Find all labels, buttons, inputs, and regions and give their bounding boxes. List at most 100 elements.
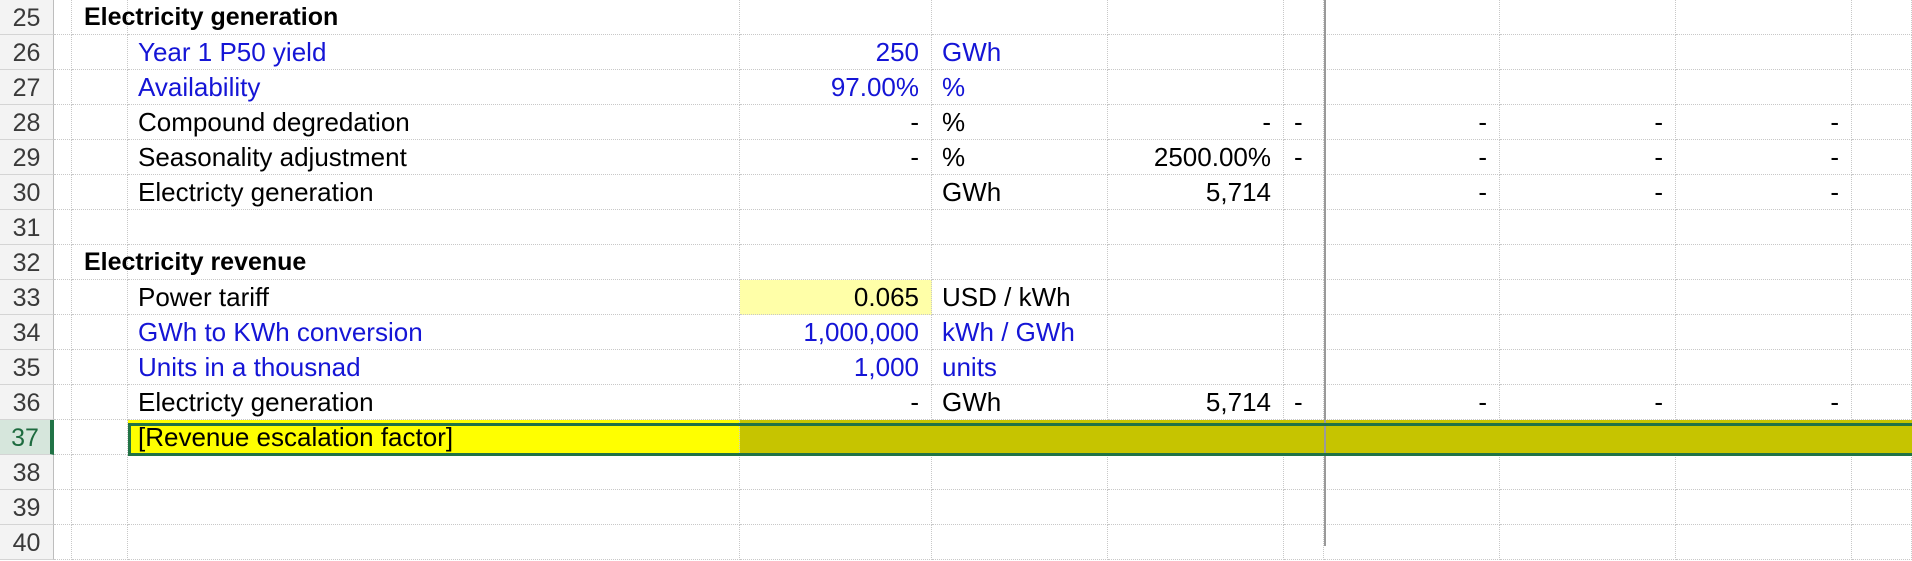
timeline-cell[interactable] <box>1108 455 1284 490</box>
row-label[interactable]: Year 1 P50 yield <box>128 35 740 70</box>
timeline-cell[interactable] <box>1852 140 1912 175</box>
timeline-cell[interactable] <box>1324 35 1500 70</box>
sheet-row-30[interactable]: 30 Electricty generation GWh 5,714- - - <box>0 175 1912 210</box>
sheet-row-28[interactable]: 28 Compound degredation -% - - - - - <box>0 105 1912 140</box>
timeline-cell[interactable] <box>1324 245 1500 280</box>
timeline-cell[interactable] <box>1324 350 1500 385</box>
sheet-row-29[interactable]: 29 Seasonality adjustment -% 2500.00% - - - - <box>0 140 1912 175</box>
unit-cell[interactable]: kWh / GWh <box>932 315 1108 350</box>
row-label[interactable]: GWh to KWh conversion <box>128 315 740 350</box>
timeline-cell[interactable]: - <box>1284 140 1324 175</box>
row-label[interactable]: Availability <box>128 70 740 105</box>
timeline-cell[interactable] <box>1284 280 1324 315</box>
timeline-cell[interactable] <box>1108 210 1284 245</box>
timeline-cell[interactable] <box>1852 0 1912 35</box>
value-cell[interactable]: - <box>740 105 932 140</box>
timeline-cell[interactable] <box>1108 420 1284 455</box>
timeline-cell[interactable] <box>1108 245 1284 280</box>
row-header[interactable]: 40 <box>0 525 54 560</box>
cell-b[interactable] <box>72 280 128 315</box>
value-cell[interactable] <box>740 525 932 560</box>
cell-b[interactable] <box>72 385 128 420</box>
cell-b[interactable] <box>72 525 128 560</box>
timeline-cell[interactable] <box>1108 35 1284 70</box>
timeline-cell[interactable] <box>1324 315 1500 350</box>
timeline-cell[interactable] <box>1284 245 1324 280</box>
row-header[interactable]: 38 <box>0 455 54 490</box>
row-header[interactable]: 39 <box>0 490 54 525</box>
cell-a[interactable] <box>54 315 72 350</box>
row-header[interactable]: 31 <box>0 210 54 245</box>
timeline-cell[interactable] <box>1852 245 1912 280</box>
timeline-cell[interactable] <box>1852 455 1912 490</box>
timeline-cell[interactable] <box>1852 175 1912 210</box>
timeline-cell[interactable] <box>1676 0 1852 35</box>
timeline-cell[interactable] <box>1852 525 1912 560</box>
row-label[interactable] <box>128 210 740 245</box>
timeline-cell[interactable]: - <box>1676 385 1852 420</box>
timeline-cell[interactable]: - <box>1676 140 1852 175</box>
timeline-cell[interactable] <box>1676 245 1852 280</box>
cell-b[interactable] <box>72 315 128 350</box>
cell-a[interactable] <box>54 175 72 210</box>
timeline-cell[interactable] <box>1324 525 1500 560</box>
value-cell[interactable]: 250 <box>740 35 932 70</box>
timeline-cell[interactable] <box>1500 490 1676 525</box>
row-header[interactable]: 25 <box>0 0 54 35</box>
timeline-cell[interactable] <box>1500 420 1676 455</box>
cell-a[interactable] <box>54 455 72 490</box>
timeline-cell[interactable] <box>1284 420 1324 455</box>
cell-b[interactable] <box>72 35 128 70</box>
cell-a[interactable] <box>54 105 72 140</box>
row-header[interactable]: 34 <box>0 315 54 350</box>
cell-a[interactable] <box>54 280 72 315</box>
timeline-cell[interactable] <box>1108 280 1284 315</box>
timeline-cell[interactable] <box>1676 525 1852 560</box>
timeline-cell[interactable] <box>1500 525 1676 560</box>
timeline-cell[interactable] <box>1324 0 1500 35</box>
row-header[interactable]: 35 <box>0 350 54 385</box>
row-header[interactable]: 27 <box>0 70 54 105</box>
row-label[interactable]: Power tariff <box>128 280 740 315</box>
row-header[interactable]: 28 <box>0 105 54 140</box>
sheet-row-38[interactable]: 38 <box>0 455 1912 490</box>
sheet-row-32[interactable]: 32 Electricity revenue <box>0 245 1912 280</box>
timeline-cell[interactable]: - <box>1500 105 1676 140</box>
sheet-row-25[interactable]: 25 Electricity generation <box>0 0 1912 35</box>
cell-a[interactable] <box>54 490 72 525</box>
timeline-cell[interactable] <box>1284 315 1324 350</box>
timeline-cell[interactable] <box>1852 315 1912 350</box>
value-cell[interactable] <box>740 0 932 35</box>
sheet-row-39[interactable]: 39 <box>0 490 1912 525</box>
timeline-cell[interactable] <box>1324 455 1500 490</box>
timeline-cell[interactable] <box>1852 490 1912 525</box>
timeline-cell[interactable] <box>1676 455 1852 490</box>
timeline-cell[interactable]: - <box>1676 175 1852 210</box>
timeline-cell[interactable] <box>1284 210 1324 245</box>
unit-cell[interactable] <box>932 0 1108 35</box>
timeline-cell[interactable]: 5,714 <box>1108 385 1284 420</box>
unit-cell[interactable] <box>932 490 1108 525</box>
value-cell[interactable] <box>740 210 932 245</box>
cell-b[interactable] <box>72 70 128 105</box>
cell-a[interactable]: Electricity generation <box>54 0 338 35</box>
timeline-cell[interactable] <box>1852 420 1912 455</box>
timeline-cell[interactable] <box>1676 70 1852 105</box>
row-header[interactable]: 33 <box>0 280 54 315</box>
row-label[interactable]: Units in a thousnad <box>128 350 740 385</box>
timeline-cell[interactable] <box>1284 455 1324 490</box>
timeline-cell[interactable] <box>1324 210 1500 245</box>
timeline-cell[interactable] <box>1324 490 1500 525</box>
timeline-cell[interactable] <box>1852 35 1912 70</box>
row-label[interactable]: Seasonality adjustment <box>128 140 740 175</box>
timeline-cell[interactable] <box>1284 35 1324 70</box>
timeline-cell[interactable] <box>1500 35 1676 70</box>
cell-b[interactable] <box>72 210 128 245</box>
timeline-cell[interactable] <box>1852 210 1912 245</box>
row-header[interactable]: 26 <box>0 35 54 70</box>
cell-b[interactable] <box>72 420 128 455</box>
unit-cell[interactable]: % <box>932 140 1108 175</box>
timeline-cell[interactable] <box>1284 490 1324 525</box>
row-label[interactable]: Electricty generation <box>128 175 740 210</box>
row-label[interactable]: [Revenue escalation factor] <box>128 420 740 455</box>
